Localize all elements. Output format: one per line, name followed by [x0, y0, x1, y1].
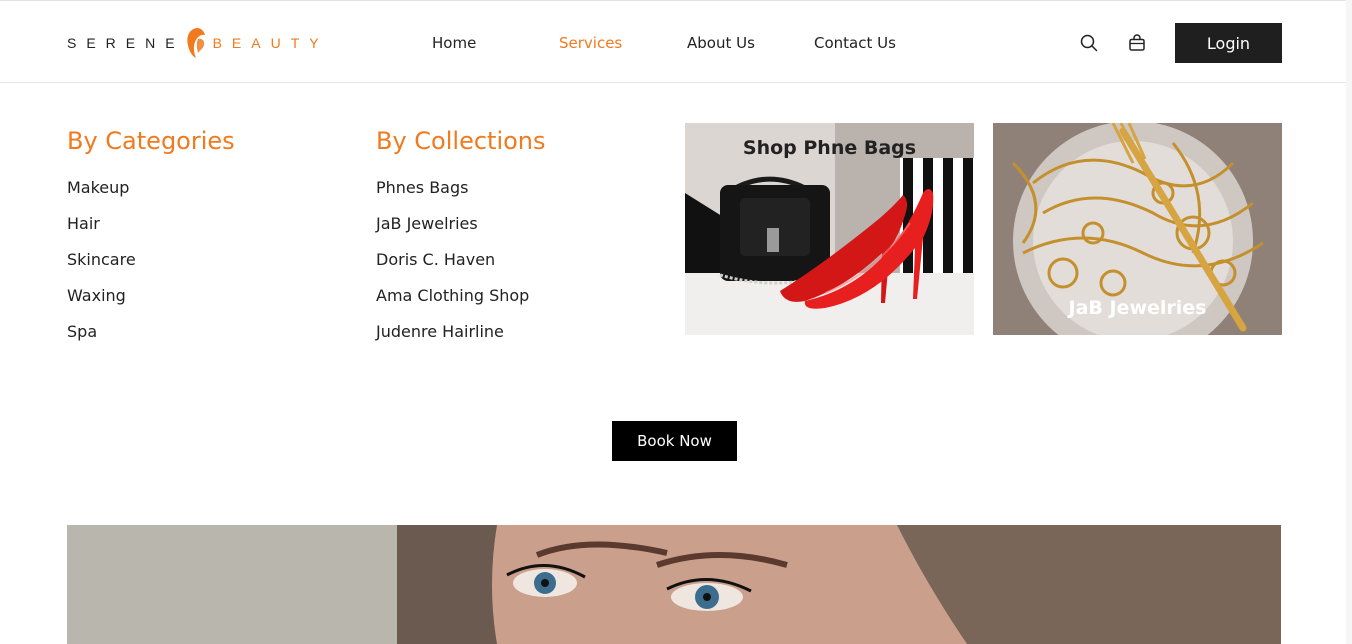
collection-ama-clothing-shop[interactable]: Ama Clothing Shop: [376, 286, 529, 322]
promo-card-bags[interactable]: Shop Phne Bags: [685, 123, 974, 335]
page-scrollbar[interactable]: [1346, 0, 1352, 644]
collection-judenre-hairline[interactable]: Judenre Hairline: [376, 322, 529, 358]
search-icon[interactable]: [1078, 32, 1100, 54]
category-spa[interactable]: Spa: [67, 322, 136, 358]
shopping-bag-icon[interactable]: [1126, 32, 1148, 54]
logo-word-beauty: BEAUTY: [212, 35, 329, 51]
model-eyes-image: [67, 525, 1281, 644]
category-skincare[interactable]: Skincare: [67, 250, 136, 286]
collections-title: By Collections: [376, 127, 546, 155]
nav-services[interactable]: Services: [559, 34, 622, 52]
collections-list: Phnes Bags JaB Jewelries Doris C. Haven …: [376, 178, 529, 358]
collection-doris-c-haven[interactable]: Doris C. Haven: [376, 250, 529, 286]
logo-face-icon: [186, 28, 205, 58]
site-header: SERENE BEAUTY Home Services About Us Con…: [0, 0, 1352, 83]
brand-logo[interactable]: SERENE BEAUTY: [67, 25, 329, 61]
category-hair[interactable]: Hair: [67, 214, 136, 250]
logo-word-serene: SERENE: [67, 35, 185, 51]
category-makeup[interactable]: Makeup: [67, 178, 136, 214]
striped-box: [900, 158, 974, 273]
category-waxing[interactable]: Waxing: [67, 286, 136, 322]
login-button[interactable]: Login: [1175, 23, 1282, 63]
nav-home[interactable]: Home: [432, 34, 476, 52]
categories-title: By Categories: [67, 127, 235, 155]
nav-about-us[interactable]: About Us: [687, 34, 755, 52]
collection-jab-jewelries[interactable]: JaB Jewelries: [376, 214, 529, 250]
nav-contact-us[interactable]: Contact Us: [814, 34, 896, 52]
categories-list: Makeup Hair Skincare Waxing Spa: [67, 178, 136, 358]
black-handbag: [719, 176, 831, 285]
collection-phnes-bags[interactable]: Phnes Bags: [376, 178, 529, 214]
promo-card-jewelries[interactable]: JaB Jewelries: [993, 123, 1282, 335]
hero-image: [67, 525, 1281, 644]
book-now-button[interactable]: Book Now: [612, 421, 737, 461]
promo-caption-bags: Shop Phne Bags: [742, 137, 917, 159]
promo-caption-jewelries: JaB Jewelries: [1068, 297, 1207, 319]
